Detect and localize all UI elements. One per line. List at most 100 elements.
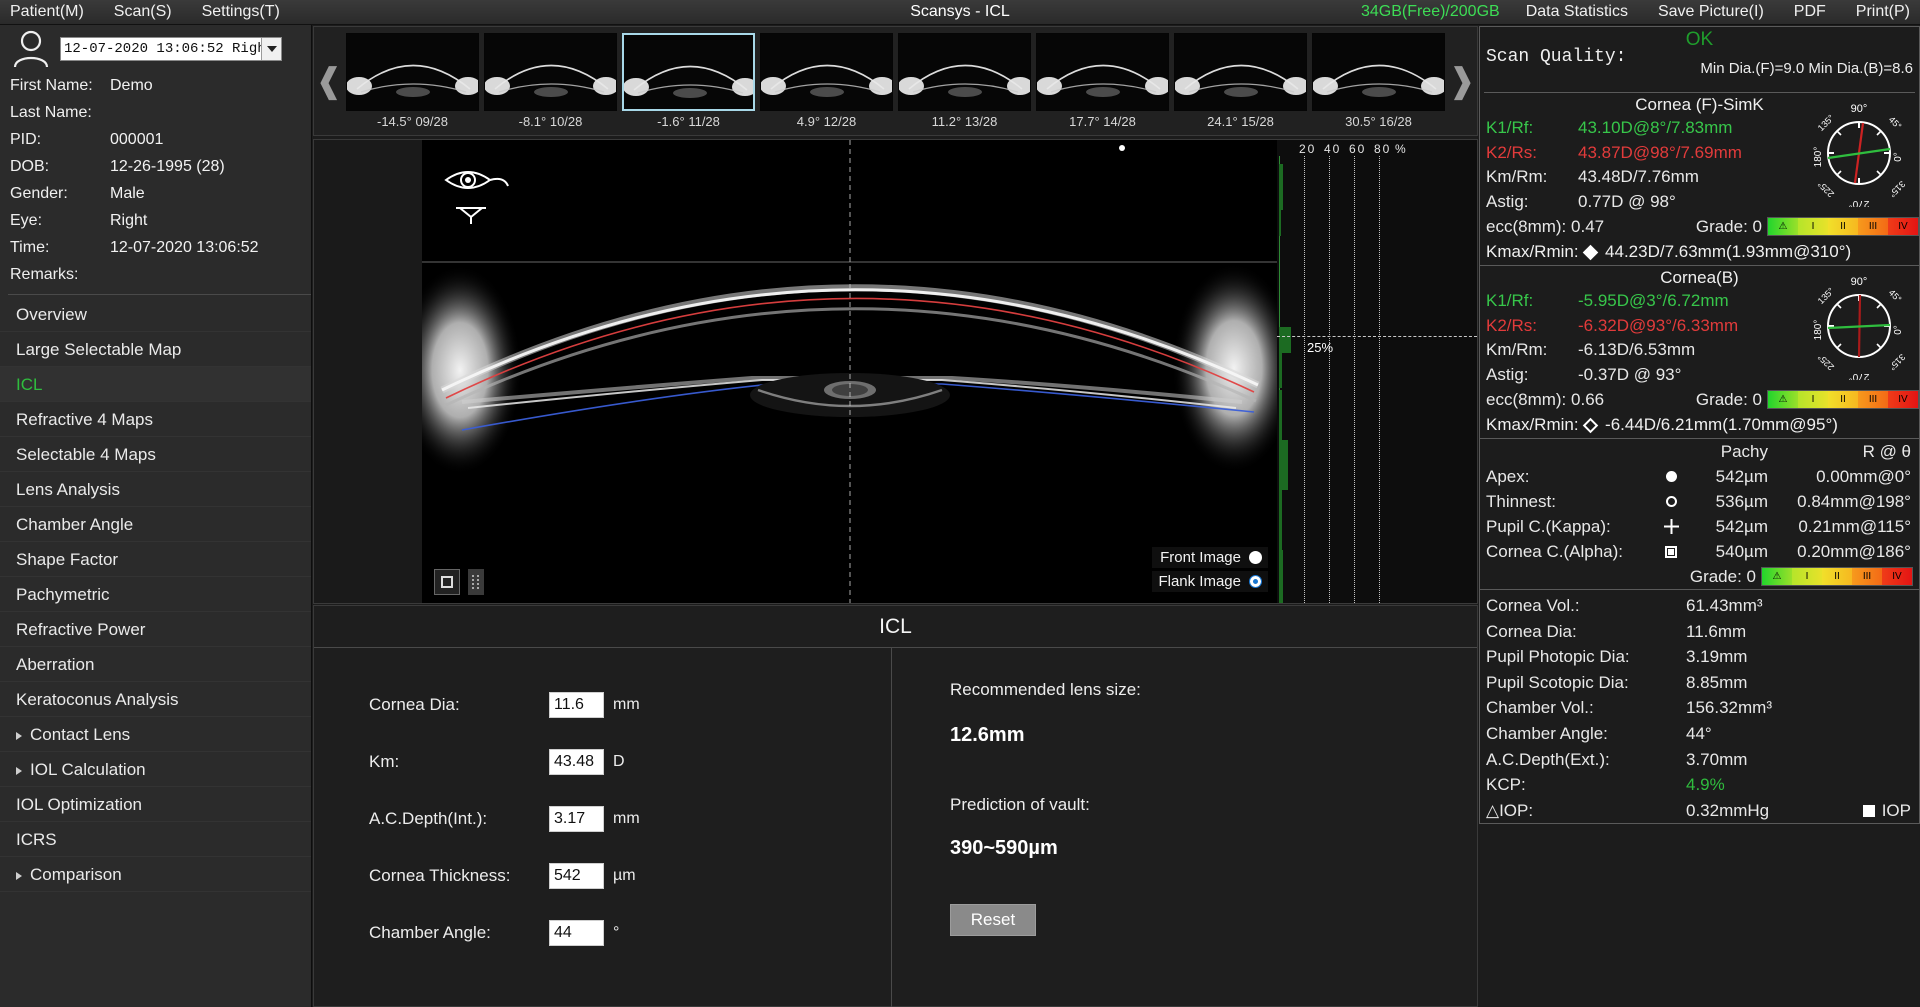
field-label: Last Name: [10,99,110,126]
sidebar-item-contact-lens[interactable]: Contact Lens [0,717,311,752]
pachy-row-cornea-center: Cornea C.(Alpha): 540µm 0.20mm@186° [1480,539,1919,564]
chamber-angle-input[interactable]: 44 [549,920,604,946]
thumbnail-next-arrow[interactable]: ❱ [1447,64,1477,98]
row-value: -6.32D@93°/6.33mm [1578,314,1738,339]
field-label: DOB: [10,153,110,180]
scan-view-area: Front Image Flank Image 20 40 60 80 % [313,139,1478,604]
menu-patient[interactable]: Patient(M) [6,1,88,23]
histogram-marker-line: 25% [1277,336,1477,337]
eye-orientation-icon [442,162,522,232]
hollow-diamond-icon [1583,418,1599,434]
thumbnail-item[interactable]: 24.1° 15/28 [1174,33,1307,129]
sidebar-item-icl[interactable]: ICL [0,367,311,402]
row-value: 43.10D@8°/7.83mm [1578,116,1732,141]
sidebar-item-comparison[interactable]: Comparison [0,857,311,892]
summary-row-chamber-vol: Chamber Vol.: 156.32mm³ [1480,695,1919,721]
iop-checkbox-container[interactable]: IOP [1863,798,1919,824]
kmax-value: -6.44D/6.21mm(1.70mm@95°) [1605,415,1838,434]
thumbnail-item[interactable]: -14.5° 09/28 [346,33,479,129]
field-unit: mm [613,810,640,828]
thumbnail-item[interactable]: 30.5° 16/28 [1312,33,1445,129]
scan-image-main[interactable]: Front Image Flank Image [422,140,1278,603]
menu-save-picture[interactable]: Save Picture(I) [1654,1,1768,23]
chevron-right-icon [16,872,22,880]
menu-scan[interactable]: Scan(S) [110,1,176,23]
chevron-down-icon[interactable] [261,38,281,60]
menu-pdf[interactable]: PDF [1790,1,1830,23]
histogram-tick-20: 20 [1299,142,1316,156]
icl-field-km: Km: 43.48 D [314,733,891,790]
row-key: K1/Rf: [1486,289,1578,314]
row-value: -5.95D@3°/6.72mm [1578,289,1729,314]
menu-print[interactable]: Print(P) [1852,1,1914,23]
menu-bar: Patient(M) Scan(S) Settings(T) Scansys -… [0,0,1920,25]
sidebar-item-pachymetric[interactable]: Pachymetric [0,577,311,612]
sidebar-item-iol-calculation[interactable]: IOL Calculation [0,752,311,787]
sidebar-item-refractive-power[interactable]: Refractive Power [0,612,311,647]
radio-flank-image-dot[interactable] [1249,575,1262,588]
prediction-of-vault-label: Prediction of vault: [950,795,1477,815]
thumbnail-image [1312,33,1445,111]
icl-field-ac-depth: A.C.Depth(Int.): 3.17 mm [314,790,891,847]
r-theta-column-header: R @ θ [1768,439,1919,464]
thumbnail-item[interactable]: 4.9° 12/28 [760,33,893,129]
field-label: Remarks: [10,261,110,288]
row-value: 3.70mm [1686,747,1919,773]
radio-flank-image[interactable]: Flank Image [1152,571,1268,592]
kmax-label: Kmax/Rmin: [1486,242,1579,261]
grade-segment-1: I [1798,218,1828,235]
row-value: 156.32mm³ [1686,695,1919,721]
thumbnail-item[interactable]: 11.2° 13/28 [898,33,1031,129]
sidebar-item-shape-factor[interactable]: Shape Factor [0,542,311,577]
cornea-thickness-input[interactable]: 542 [549,863,604,889]
row-value: 0.32mmHg [1686,798,1863,824]
patient-field-eye: Eye: Right [10,207,311,234]
menu-left-group: Patient(M) Scan(S) Settings(T) [0,1,284,23]
sidebar-item-large-selectable-map[interactable]: Large Selectable Map [0,332,311,367]
patient-field-last-name: Last Name: [10,99,311,126]
sidebar-item-keratoconus-analysis[interactable]: Keratoconus Analysis [0,682,311,717]
exam-selector-dropdown[interactable]: 12-07-2020 13:06:52 Right [60,37,282,61]
menu-settings[interactable]: Settings(T) [198,1,284,23]
thumbnail-item-selected[interactable]: -1.6° 11/28 [622,33,755,129]
menu-data-statistics[interactable]: Data Statistics [1522,1,1632,23]
thumbnail-item[interactable]: 17.7° 14/28 [1036,33,1169,129]
histogram-gridline [1354,156,1355,603]
thumbnail-item[interactable]: -8.1° 10/28 [484,33,617,129]
dot-grid-icon[interactable] [468,569,484,595]
thumbnail-image [622,33,755,111]
iop-checkbox[interactable] [1863,805,1875,817]
row-value: 11.6mm [1686,619,1919,645]
scan-quality: OK Scan Quality: Min Dia.(F)=9.0 Min Dia… [1480,27,1919,93]
cornea-dia-input[interactable]: 11.6 [549,692,604,718]
summary-row-ac-depth-ext: A.C.Depth(Ext.): 3.70mm [1480,747,1919,773]
radio-front-image-dot[interactable] [1249,551,1262,564]
square-icon [1654,546,1688,558]
sidebar-item-selectable-4-maps[interactable]: Selectable 4 Maps [0,437,311,472]
thumbnail-list: -14.5° 09/28 -8.1° 10/28 [344,33,1447,129]
sidebar-item-aberration[interactable]: Aberration [0,647,311,682]
row-pachy-value: 542µm [1688,464,1768,489]
icl-panel: ICL Cornea Dia: 11.6 mm Km: 43.48 D A.C.… [313,605,1478,1007]
svg-text:315°: 315° [1887,352,1908,373]
sidebar-item-label: Chamber Angle [16,515,133,534]
ac-depth-input[interactable]: 3.17 [549,806,604,832]
sidebar-item-chamber-angle[interactable]: Chamber Angle [0,507,311,542]
thumbnail-prev-arrow[interactable]: ❰ [314,64,344,98]
icl-input-form: Cornea Dia: 11.6 mm Km: 43.48 D A.C.Dept… [314,648,892,1007]
reset-button[interactable]: Reset [950,904,1036,936]
sidebar-item-refractive-4-maps[interactable]: Refractive 4 Maps [0,402,311,437]
sidebar-item-label: Refractive Power [16,620,145,639]
sidebar-item-icrs[interactable]: ICRS [0,822,311,857]
grade-segment-2: II [1828,218,1858,235]
sidebar-item-overview[interactable]: Overview [0,297,311,332]
scan-quality-block: OK Scan Quality: Min Dia.(F)=9.0 Min Dia… [1479,26,1920,266]
sidebar-item-label: Large Selectable Map [16,340,181,359]
radio-front-image[interactable]: Front Image [1152,547,1268,568]
km-input[interactable]: 43.48 [549,749,604,775]
sidebar-item-iol-optimization[interactable]: IOL Optimization [0,787,311,822]
svg-text:270°: 270° [1849,371,1870,380]
crop-region-icon[interactable] [434,569,460,595]
row-key: K2/Rs: [1486,141,1578,166]
sidebar-item-lens-analysis[interactable]: Lens Analysis [0,472,311,507]
